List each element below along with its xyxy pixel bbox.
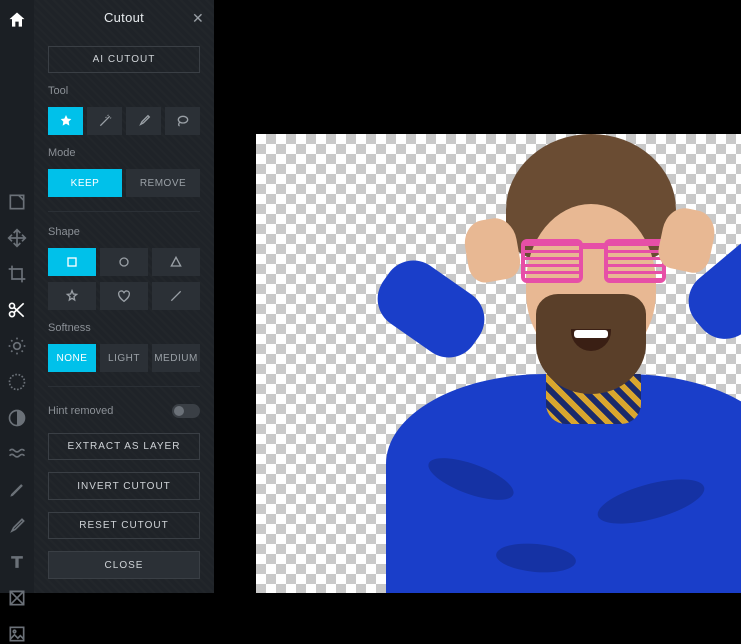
canvas-area xyxy=(214,0,741,593)
hint-removed-row: Hint removed xyxy=(48,401,200,421)
reset-cutout-button[interactable]: RESET CUTOUT xyxy=(48,512,200,540)
softness-label: Softness xyxy=(48,322,200,334)
tool-label: Tool xyxy=(48,85,200,97)
divider xyxy=(48,211,200,212)
softness-medium-button[interactable]: MEDIUM xyxy=(152,344,200,372)
hint-removed-label: Hint removed xyxy=(48,405,113,417)
shape-section: Shape xyxy=(48,226,200,310)
shape-star[interactable] xyxy=(48,282,96,310)
text-icon[interactable] xyxy=(7,552,27,572)
image-edit-icon[interactable] xyxy=(7,192,27,212)
tool-section: Tool xyxy=(48,85,200,135)
pattern-icon[interactable] xyxy=(7,588,27,608)
softness-section: Softness NONE LIGHT MEDIUM xyxy=(48,322,200,372)
shape-square[interactable] xyxy=(48,248,96,276)
brightness-icon[interactable] xyxy=(7,336,27,356)
close-button[interactable]: CLOSE xyxy=(48,551,200,579)
canvas[interactable] xyxy=(256,134,741,593)
shape-heart[interactable] xyxy=(100,282,148,310)
shutter-glasses xyxy=(521,239,666,283)
invert-cutout-button[interactable]: INVERT CUTOUT xyxy=(48,472,200,500)
ai-cutout-button[interactable]: AI CUTOUT xyxy=(48,46,200,74)
mode-remove-button[interactable]: REMOVE xyxy=(126,169,200,197)
shape-line[interactable] xyxy=(152,282,200,310)
hint-removed-toggle[interactable] xyxy=(172,404,200,418)
softness-none-button[interactable]: NONE xyxy=(48,344,96,372)
cutout-panel: Cutout ✕ AI CUTOUT Tool Mode KEEP REMOVE… xyxy=(34,0,214,593)
extract-as-layer-button[interactable]: EXTRACT AS LAYER xyxy=(48,433,200,461)
mode-label: Mode xyxy=(48,147,200,159)
contrast-icon[interactable] xyxy=(7,408,27,428)
softness-light-button[interactable]: LIGHT xyxy=(100,344,148,372)
panel-header: Cutout ✕ xyxy=(34,0,214,36)
mode-section: Mode KEEP REMOVE xyxy=(48,147,200,197)
waves-icon[interactable] xyxy=(7,444,27,464)
pen-icon[interactable] xyxy=(7,480,27,500)
mode-keep-button[interactable]: KEEP xyxy=(48,169,122,197)
crop-icon[interactable] xyxy=(7,264,27,284)
radial-icon[interactable] xyxy=(7,372,27,392)
divider xyxy=(48,386,200,387)
shape-triangle[interactable] xyxy=(152,248,200,276)
tool-lasso[interactable] xyxy=(165,107,200,135)
panel-title: Cutout xyxy=(104,10,144,25)
scissors-icon[interactable] xyxy=(7,300,27,320)
left-toolbar xyxy=(0,0,34,593)
home-icon[interactable] xyxy=(7,10,27,30)
tool-brush[interactable] xyxy=(126,107,161,135)
paintbrush-icon[interactable] xyxy=(7,516,27,536)
tool-wand[interactable] xyxy=(87,107,122,135)
close-icon[interactable]: ✕ xyxy=(192,10,204,27)
shape-label: Shape xyxy=(48,226,200,238)
picture-icon[interactable] xyxy=(7,624,27,644)
move-icon[interactable] xyxy=(7,228,27,248)
tool-star[interactable] xyxy=(48,107,83,135)
shape-circle[interactable] xyxy=(100,248,148,276)
cutout-subject xyxy=(296,134,741,593)
